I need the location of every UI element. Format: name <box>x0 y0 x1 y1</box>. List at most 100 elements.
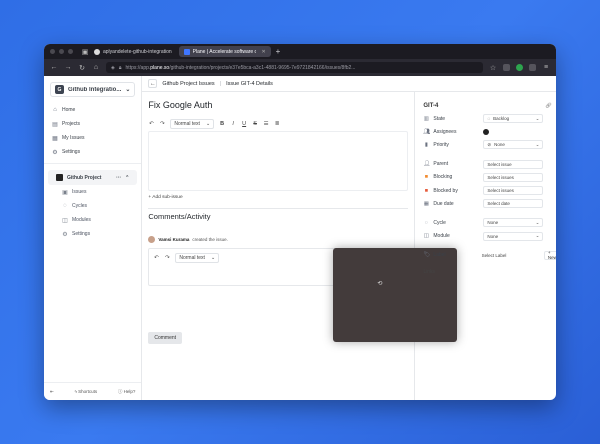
more-icon[interactable]: ··· <box>116 175 121 181</box>
sidebar-item-projects[interactable]: ▤ Projects <box>44 117 141 131</box>
module-select[interactable]: None ⌄ <box>483 231 544 241</box>
sidebar-item-project-settings[interactable]: ⚙ Settings <box>44 227 141 241</box>
bullet-list-icon[interactable]: ☰ <box>263 121 269 127</box>
text-style-value: Normal text <box>179 254 205 261</box>
sidebar-item-modules[interactable]: ◫ Modules <box>44 213 141 227</box>
numbered-list-icon[interactable]: ≣ <box>274 121 280 127</box>
issue-content: Fix Google Auth ↶ ↷ Normal text ⌄ B I U S… <box>142 92 556 400</box>
prop-label: Label <box>433 252 446 259</box>
blocked-by-select[interactable]: Select issues <box>483 186 544 196</box>
url-path: /github-integration/projects/e37e5bca-a3… <box>169 64 356 71</box>
tab-bar: ▣ aplyandelete-github-integration Plane … <box>44 44 556 59</box>
project-name: Github Project <box>67 174 102 181</box>
priority-value: None <box>494 142 505 148</box>
close-tab-icon[interactable]: ✕ <box>261 49 265 55</box>
breadcrumb-project-issues[interactable]: Github Project Issues <box>162 81 214 87</box>
bookmark-star-icon[interactable]: ☆ <box>489 64 497 72</box>
sidebar-item-cycles[interactable]: ◌ Cycles <box>44 199 141 213</box>
prop-cycle: ◌ Cycle None ⌄ <box>423 216 556 229</box>
add-sub-issue-button[interactable]: + Add sub-issue <box>142 195 414 200</box>
new-tab-icon[interactable]: + <box>276 47 281 56</box>
state-icon: ▥ <box>423 115 429 122</box>
home-browser-icon[interactable]: ⌂ <box>92 64 100 71</box>
assignee-avatar-icon <box>483 128 490 135</box>
url-bar: ← → ↻ ⌂ ◈ 🔒︎ https://app.plane.so/github… <box>44 59 556 76</box>
text-style-select[interactable]: Normal text ⌄ <box>170 118 215 129</box>
strikethrough-icon[interactable]: S <box>252 121 258 127</box>
tab-plane[interactable]: Plane | Accelerate software development … <box>178 46 271 57</box>
help-link[interactable]: ⓘ Help? <box>118 389 136 395</box>
sidebar-project[interactable]: Github Project ··· ⌃ <box>48 170 138 185</box>
prop-parent: 👤︎ Parent Select issue <box>423 158 556 171</box>
address-field[interactable]: ◈ 🔒︎ https://app.plane.so/github-integra… <box>106 62 483 73</box>
redo-icon[interactable]: ↷ <box>159 121 165 127</box>
link-icon[interactable]: 🔗︎ <box>544 102 552 110</box>
forward-arrow-icon[interactable]: → <box>64 64 72 71</box>
sidebar-item-label: My Issues <box>62 135 85 141</box>
issue-title[interactable]: Fix Google Auth <box>142 100 414 112</box>
undo-icon[interactable]: ↶ <box>148 121 154 127</box>
firefox-view-icon[interactable]: ▣ <box>81 48 89 56</box>
back-arrow-icon[interactable]: ← <box>148 79 158 88</box>
chevron-down-icon: ⌄ <box>535 233 540 239</box>
state-value: Backlog <box>493 116 510 122</box>
sidebar-item-home[interactable]: ⌂ Home <box>44 103 141 117</box>
menu-icon[interactable]: ≡ <box>542 64 550 71</box>
sidebar-item-my-issues[interactable]: ▦ My Issues <box>44 131 141 145</box>
close-window-dot[interactable] <box>50 49 55 54</box>
undo-icon[interactable]: ↶ <box>153 255 159 261</box>
prop-label: Module <box>433 233 450 240</box>
blocking-select[interactable]: Select issues <box>483 172 544 182</box>
chevron-up-icon[interactable]: ⌃ <box>125 175 129 181</box>
tab-github[interactable]: aplyandelete-github-integration <box>89 46 177 57</box>
italic-icon[interactable]: I <box>230 121 236 127</box>
sidebar-item-issues[interactable]: ▣ Issues <box>44 185 141 199</box>
comment-button[interactable]: Comment <box>148 332 183 344</box>
description-editor[interactable] <box>148 131 409 191</box>
prop-label: Parent <box>433 161 449 168</box>
underline-icon[interactable]: U <box>241 121 247 127</box>
due-date-select[interactable]: Select date <box>483 199 544 209</box>
sidebar-item-settings[interactable]: ⚙ Settings <box>44 145 141 159</box>
cycle-value: None <box>487 220 499 226</box>
no-priority-icon: ⊘ <box>487 141 492 147</box>
state-select[interactable]: ◌ Backlog ⌄ <box>483 114 544 124</box>
priority-select[interactable]: ⊘ None ⌄ <box>483 140 544 150</box>
redo-icon[interactable]: ↷ <box>164 255 170 261</box>
shortcuts-link[interactable]: ϟ Shortcuts <box>74 389 97 394</box>
sidebar-nav: ⌂ Home ▤ Projects ▦ My Issues ⚙ Settings <box>44 103 141 159</box>
extension-icon[interactable] <box>503 64 510 71</box>
links-label: Links <box>423 268 436 275</box>
breadcrumb-issue-details: Issue GIT-4 Details <box>226 80 273 87</box>
parent-icon: 👤︎ <box>423 161 431 168</box>
prop-label: Due date <box>433 200 454 207</box>
sidebar-item-label: Settings <box>62 149 81 155</box>
back-arrow-icon[interactable]: ← <box>50 64 58 71</box>
sidebar-item-label: Projects <box>62 121 81 127</box>
blocked-by-icon: ■ <box>424 187 429 194</box>
avatar <box>148 236 156 243</box>
label-select[interactable]: Select Label <box>482 251 540 260</box>
modules-icon: ◫ <box>62 217 68 224</box>
parent-select[interactable]: Select issue <box>483 159 544 169</box>
comment-text-style-select[interactable]: Normal text ⌄ <box>175 252 220 263</box>
workspace-switcher[interactable]: G Github Integratio... ⌄ <box>50 82 136 97</box>
profile-icon[interactable] <box>529 64 536 71</box>
sidebar-item-label: Home <box>62 107 76 113</box>
new-label-button[interactable]: + New <box>543 250 556 260</box>
bold-icon[interactable]: B <box>219 121 225 127</box>
reload-icon[interactable]: ↻ <box>78 64 86 72</box>
collapse-sidebar-icon[interactable]: ⇤ <box>50 389 54 395</box>
sidebar-item-label: Cycles <box>72 203 88 209</box>
chevron-down-icon: ⌄ <box>125 87 131 93</box>
sidebar-divider <box>44 163 142 164</box>
cycle-select[interactable]: None ⌄ <box>483 218 544 228</box>
assignees-select[interactable] <box>483 127 543 136</box>
workspace-avatar: G <box>55 85 64 94</box>
cycles-icon: ◌ <box>63 203 67 209</box>
sidebar-item-label: Issues <box>72 189 87 195</box>
maximize-window-dot[interactable] <box>68 49 73 54</box>
minimize-window-dot[interactable] <box>59 49 64 54</box>
grammar-extension-icon[interactable] <box>516 64 523 71</box>
plane-app: G Github Integratio... ⌄ ⌂ Home ▤ Projec… <box>44 76 556 400</box>
